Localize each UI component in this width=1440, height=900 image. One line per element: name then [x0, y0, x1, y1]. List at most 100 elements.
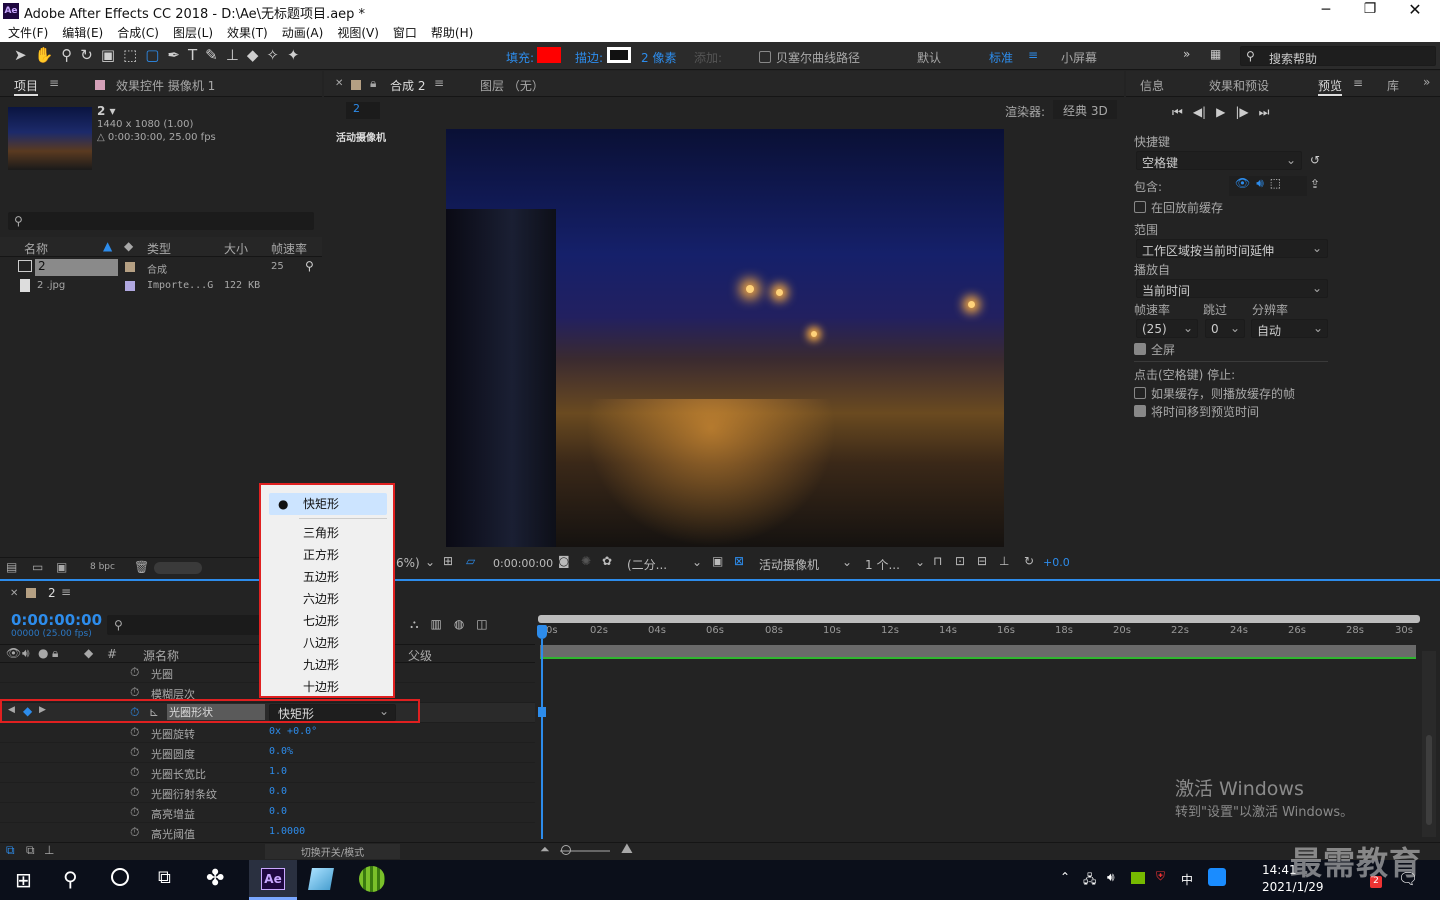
timeline-tab[interactable]: 2: [48, 586, 56, 600]
workspace-menu-icon[interactable]: ≡: [1028, 48, 1038, 62]
trash-icon[interactable]: 🗑: [134, 560, 149, 574]
stroke-width[interactable]: 2 像素: [641, 49, 676, 66]
zoom-tool-icon[interactable]: ⚲: [61, 46, 72, 64]
time-ruler[interactable]: 0s 02s 04s 06s 08s 10s 12s 14s 16s 18s 2…: [537, 623, 1420, 643]
stopwatch-icon[interactable]: ⏱︎: [130, 745, 139, 760]
comp-subtab[interactable]: 2: [346, 102, 380, 119]
melon-app-icon[interactable]: [359, 866, 385, 892]
col-parent[interactable]: 父级: [408, 647, 432, 664]
property-value[interactable]: 0.0%: [269, 746, 293, 757]
timeline-search[interactable]: ⚲: [107, 615, 267, 635]
notepad-app-icon[interactable]: [308, 868, 334, 890]
menu-item[interactable]: 六边形: [269, 588, 393, 610]
maximize-icon[interactable]: ❐: [1362, 1, 1378, 17]
chevron-down-icon[interactable]: ⌄: [842, 555, 852, 569]
chevron-down-icon[interactable]: ⌄: [692, 555, 702, 569]
next-frame-icon[interactable]: |▶︎: [1235, 105, 1248, 120]
interpret-footage-icon[interactable]: ▤: [6, 560, 17, 574]
first-frame-icon[interactable]: ⏮: [1172, 105, 1183, 120]
property-row[interactable]: ⏱︎ 光圈圆度 0.0%: [0, 743, 535, 763]
zoom-out-icon[interactable]: ⏶: [540, 842, 550, 857]
work-area-bar[interactable]: [538, 615, 1420, 623]
bezier-checkbox[interactable]: [759, 51, 771, 63]
motion-blur-icon[interactable]: ◍: [454, 617, 464, 632]
current-timecode[interactable]: 0:00:00:00: [11, 611, 102, 629]
menu-item[interactable]: 十边形: [269, 676, 393, 696]
property-value[interactable]: 0.0: [269, 786, 287, 797]
clone-stamp-tool-icon[interactable]: ⊥: [226, 46, 239, 64]
mask-icon[interactable]: ▱: [466, 554, 475, 568]
stopwatch-icon[interactable]: ⏱︎: [130, 685, 139, 700]
skip-select[interactable]: 0 ⌄: [1205, 319, 1245, 338]
menu-effect[interactable]: 效果(T): [227, 24, 268, 41]
last-frame-icon[interactable]: ⏭: [1259, 105, 1270, 120]
windows-start-icon[interactable]: ⊞: [15, 868, 32, 892]
pan-behind-tool-icon[interactable]: ⬚: [123, 46, 137, 64]
chevron-down-icon[interactable]: ⌄: [425, 555, 435, 569]
overlay-toggle-icon[interactable]: ⬚: [1270, 176, 1281, 196]
stopwatch-icon[interactable]: ⏱︎: [130, 805, 139, 820]
menu-item[interactable]: 三角形: [269, 522, 393, 544]
new-folder-icon[interactable]: ▭: [32, 560, 43, 574]
menu-layer[interactable]: 图层(L): [173, 24, 213, 41]
stroke-label[interactable]: 描边:: [575, 49, 603, 66]
fit-icon[interactable]: ⊞: [443, 554, 453, 568]
fill-color-swatch[interactable]: [537, 47, 561, 63]
zoom-level[interactable]: 6%): [396, 556, 420, 570]
chevron-down-icon[interactable]: ⌄: [915, 555, 925, 569]
property-row[interactable]: ⏱︎ 光圈长宽比 1.0: [0, 763, 535, 783]
toggle-pixel-icon[interactable]: ⊓: [933, 554, 942, 568]
brush-tool-icon[interactable]: ✎: [205, 46, 218, 64]
volume-icon[interactable]: 🔊︎: [1107, 870, 1115, 885]
show-hidden-icons[interactable]: ⌃: [1060, 870, 1070, 884]
frame-blend-icon[interactable]: ▥: [430, 617, 441, 632]
zoom-slider-handle[interactable]: [561, 845, 571, 855]
timeline-scrollbar[interactable]: [1422, 651, 1436, 837]
project-search[interactable]: ⚲: [8, 212, 314, 230]
flowchart-icon[interactable]: ⊥: [999, 554, 1009, 568]
timeline-tab-menu-icon[interactable]: ≡: [61, 585, 71, 599]
tab-info[interactable]: 信息: [1140, 77, 1164, 94]
puppet-tool-icon[interactable]: ✦: [287, 46, 300, 64]
menu-composition[interactable]: 合成(C): [117, 24, 159, 41]
property-row[interactable]: ⏱︎ 高光阈值 1.0000: [0, 823, 535, 843]
stopwatch-icon[interactable]: ⏱︎: [130, 785, 139, 800]
minimize-icon[interactable]: ─: [1318, 2, 1334, 18]
new-composition-icon[interactable]: ▣: [56, 560, 67, 574]
more-tabs-icon[interactable]: »: [1423, 75, 1430, 89]
sync-settings-icon[interactable]: ▦: [1210, 47, 1221, 61]
workspace-default[interactable]: 默认: [917, 49, 941, 66]
menu-item[interactable]: 七边形: [269, 610, 393, 632]
if-cache-checkbox[interactable]: [1134, 387, 1146, 399]
export-icon[interactable]: ⇪: [1310, 177, 1320, 191]
nvidia-icon[interactable]: [1131, 872, 1145, 884]
show-snapshot-icon[interactable]: ✺: [581, 554, 591, 568]
comp-mini-icon[interactable]: ⧉: [6, 843, 15, 858]
roto-brush-tool-icon[interactable]: ✧: [266, 46, 279, 64]
rectangle-tool-icon[interactable]: ▢: [145, 46, 159, 64]
stopwatch-icon[interactable]: ⏱︎: [130, 725, 139, 740]
range-select[interactable]: 工作区域按当前时间延伸 ⌄: [1136, 239, 1328, 258]
property-row[interactable]: ⏱︎ 光圈旋转 0x +0.0°: [0, 723, 535, 743]
col-size[interactable]: 大小: [224, 240, 248, 257]
audio-toggle-icon[interactable]: 🔊︎: [1256, 176, 1264, 196]
move-time-checkbox[interactable]: [1134, 405, 1146, 417]
security-icon[interactable]: ⛨: [1156, 869, 1165, 884]
view-dropdown[interactable]: 活动摄像机: [759, 556, 819, 573]
col-type[interactable]: 类型: [147, 240, 171, 257]
fullscreen-checkbox[interactable]: [1134, 343, 1146, 355]
more-workspaces-icon[interactable]: »: [1183, 47, 1190, 61]
graph-editor-icon[interactable]: ◫: [476, 617, 487, 632]
property-row[interactable]: ⏱︎ 高亮增益 0.0: [0, 803, 535, 823]
after-effects-taskbar-icon[interactable]: Ae: [249, 860, 297, 900]
property-value[interactable]: 0.0: [269, 806, 287, 817]
play-from-select[interactable]: 当前时间 ⌄: [1136, 279, 1328, 298]
fps-select[interactable]: (25) ⌄: [1136, 319, 1198, 338]
menu-item[interactable]: 正方形: [269, 544, 393, 566]
col-source-name[interactable]: 源名称: [143, 647, 179, 664]
region-icon[interactable]: ▣: [712, 554, 723, 568]
table-row[interactable]: 2 合成 25 ⚲: [0, 258, 322, 277]
play-icon[interactable]: ▶︎: [1216, 105, 1225, 120]
stopwatch-icon[interactable]: ⏱︎: [130, 825, 139, 840]
tab-library[interactable]: 库: [1387, 77, 1399, 94]
